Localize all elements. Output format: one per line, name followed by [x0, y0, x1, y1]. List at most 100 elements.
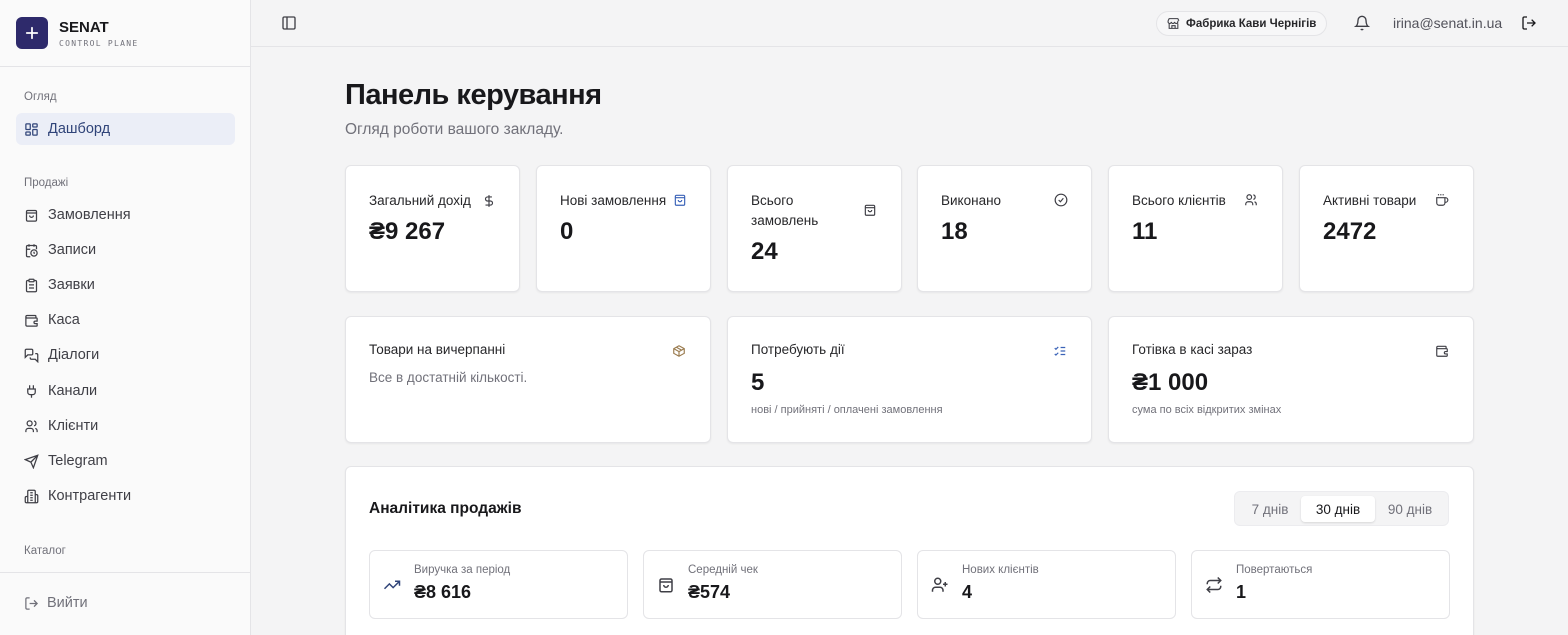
- user-email[interactable]: irina@senat.in.ua: [1393, 15, 1502, 31]
- topbar: Фабрика Кави Чернігів irina@senat.in.ua: [251, 0, 1568, 47]
- sidebar: SENAT CONTROL PLANE Огляд Дашборд Продаж…: [0, 0, 251, 635]
- sidebar-footer: Вийти: [0, 572, 250, 635]
- sidebar-item-channels[interactable]: Канали: [16, 375, 235, 407]
- kpi-new-clients: Нових клієнтів 4: [917, 550, 1176, 619]
- stat-value: ₴9 267: [369, 218, 446, 245]
- wallet-icon: [1436, 345, 1448, 357]
- needs-action-label: Потребують дії: [751, 342, 845, 357]
- kpi-label: Повертаються: [1236, 564, 1313, 576]
- stat-card-total-orders: Всього замовлень 24: [727, 165, 902, 292]
- bag-icon: [659, 578, 673, 593]
- kpi-label: Середній чек: [688, 564, 758, 576]
- needs-action-card[interactable]: Потребують дії 5 нові / прийняті / оплач…: [727, 316, 1092, 443]
- bag-icon: [674, 194, 686, 206]
- analytics-title: Аналітика продажів: [369, 500, 522, 517]
- chat-icon: [24, 348, 39, 363]
- low-stock-card: Товари на вичерпанні Все в достатній кіл…: [345, 316, 711, 443]
- users-icon: [25, 419, 38, 432]
- sidebar-item-clients[interactable]: Клієнти: [16, 410, 235, 442]
- package-icon: [673, 345, 685, 357]
- sidebar-item-label: Telegram: [48, 453, 108, 469]
- coffee-icon: [1436, 194, 1449, 206]
- sidebar-item-orders[interactable]: Замовлення: [16, 199, 235, 231]
- trending-up-icon: [383, 580, 401, 590]
- plug-icon: [27, 384, 36, 398]
- repeat-icon: [1206, 576, 1222, 594]
- kpi-value: ₴8 616: [414, 582, 472, 602]
- kpi-value: 4: [962, 582, 973, 602]
- low-stock-label: Товари на вичерпанні: [369, 342, 506, 357]
- stat-value: 0: [560, 218, 574, 245]
- stat-card-revenue: Загальний дохід ₴9 267: [345, 165, 520, 292]
- sidebar-item-label: Діалоги: [48, 347, 100, 363]
- stat-label: Всього замовлень: [751, 193, 819, 228]
- sales-analytics-card: Аналітика продажів 7 днів 30 днів 90 дні…: [345, 466, 1474, 635]
- users-icon: [1245, 194, 1257, 206]
- sidebar-item-label: Замовлення: [48, 207, 131, 223]
- sidebar-item-label: Заявки: [48, 277, 95, 293]
- stat-card-completed: Виконано 18: [917, 165, 1092, 292]
- brand-name: SENAT: [59, 18, 109, 36]
- sidebar-item-label: Каса: [48, 312, 80, 328]
- stat-value: 11: [1132, 218, 1158, 245]
- sidebar-item-label: Контрагенти: [48, 488, 132, 504]
- clipboard-icon: [25, 278, 38, 292]
- sidebar-item-telegram[interactable]: Telegram: [16, 445, 235, 477]
- sidebar-item-counterparties[interactable]: Контрагенти: [16, 480, 235, 512]
- logo-icon: [16, 17, 48, 49]
- stat-card-active-products: Активні товари 2472: [1299, 165, 1474, 292]
- brand[interactable]: SENAT CONTROL PLANE: [0, 0, 250, 67]
- store-icon: [1167, 18, 1180, 29]
- period-30-days-button[interactable]: 30 днів: [1301, 496, 1375, 522]
- sidebar-item-label: Дашборд: [48, 121, 111, 137]
- logout-icon[interactable]: [1521, 15, 1537, 31]
- user-plus-icon: [931, 577, 948, 592]
- stat-label: Всього клієнтів: [1132, 193, 1226, 208]
- sidebar-toggle-icon[interactable]: [281, 15, 297, 31]
- send-icon: [24, 453, 39, 469]
- logout-label: Вийти: [47, 595, 88, 611]
- section-sales: Продажі: [24, 177, 69, 189]
- building-icon: [24, 489, 39, 503]
- cash-now-label: Готівка в касі зараз: [1132, 342, 1253, 357]
- sidebar-item-dialogs[interactable]: Діалоги: [16, 339, 235, 371]
- cash-now-card: Готівка в касі зараз ₴1 000 сума по всіх…: [1108, 316, 1474, 443]
- stat-value: 24: [751, 238, 778, 265]
- bag-icon: [864, 204, 876, 216]
- kpi-average-check: Середній чек ₴574: [643, 550, 902, 619]
- bag-icon: [25, 209, 38, 222]
- sidebar-item-label: Записи: [48, 242, 97, 258]
- bell-icon[interactable]: [1354, 15, 1370, 31]
- kpi-label: Нових клієнтів: [962, 564, 1039, 576]
- sidebar-item-requests[interactable]: Заявки: [16, 269, 235, 301]
- sidebar-item-bookings[interactable]: Записи: [16, 234, 235, 266]
- needs-action-note: нові / прийняті / оплачені замовлення: [751, 404, 943, 416]
- logout-icon: [25, 596, 39, 610]
- sidebar-logout-button[interactable]: Вийти: [24, 595, 88, 611]
- stat-card-clients: Всього клієнтів 11: [1108, 165, 1283, 292]
- kpi-revenue: Виручка за період ₴8 616: [369, 550, 628, 619]
- cash-now-value: ₴1 000: [1132, 369, 1209, 396]
- period-selector: 7 днів 30 днів 90 днів: [1234, 491, 1449, 526]
- stat-label: Активні товари: [1323, 193, 1417, 208]
- sidebar-item-label: Клієнти: [48, 418, 99, 434]
- store-name: Фабрика Кави Чернігів: [1186, 17, 1317, 30]
- stat-value: 2472: [1323, 218, 1377, 245]
- wallet-icon: [25, 314, 38, 327]
- kpi-value: 1: [1236, 582, 1247, 602]
- stat-value: 18: [941, 218, 968, 245]
- needs-action-value: 5: [751, 369, 765, 396]
- list-checks-icon: [1054, 346, 1066, 356]
- cash-now-note: сума по всіх відкритих змінах: [1132, 404, 1282, 416]
- store-selector[interactable]: Фабрика Кави Чернігів: [1156, 11, 1328, 36]
- stat-card-new-orders: Нові замовлення 0: [536, 165, 711, 292]
- calendar-clock-icon: [25, 243, 38, 257]
- stat-label: Загальний дохід: [369, 193, 471, 208]
- dollar-icon: [484, 195, 494, 207]
- period-7-days-button[interactable]: 7 днів: [1239, 496, 1301, 522]
- sidebar-item-cash[interactable]: Каса: [16, 304, 235, 336]
- period-90-days-button[interactable]: 90 днів: [1375, 496, 1445, 522]
- sidebar-item-dashboard[interactable]: Дашборд: [16, 113, 235, 145]
- low-stock-desc: Все в достатній кількості.: [369, 370, 528, 385]
- stat-label: Виконано: [941, 193, 1002, 208]
